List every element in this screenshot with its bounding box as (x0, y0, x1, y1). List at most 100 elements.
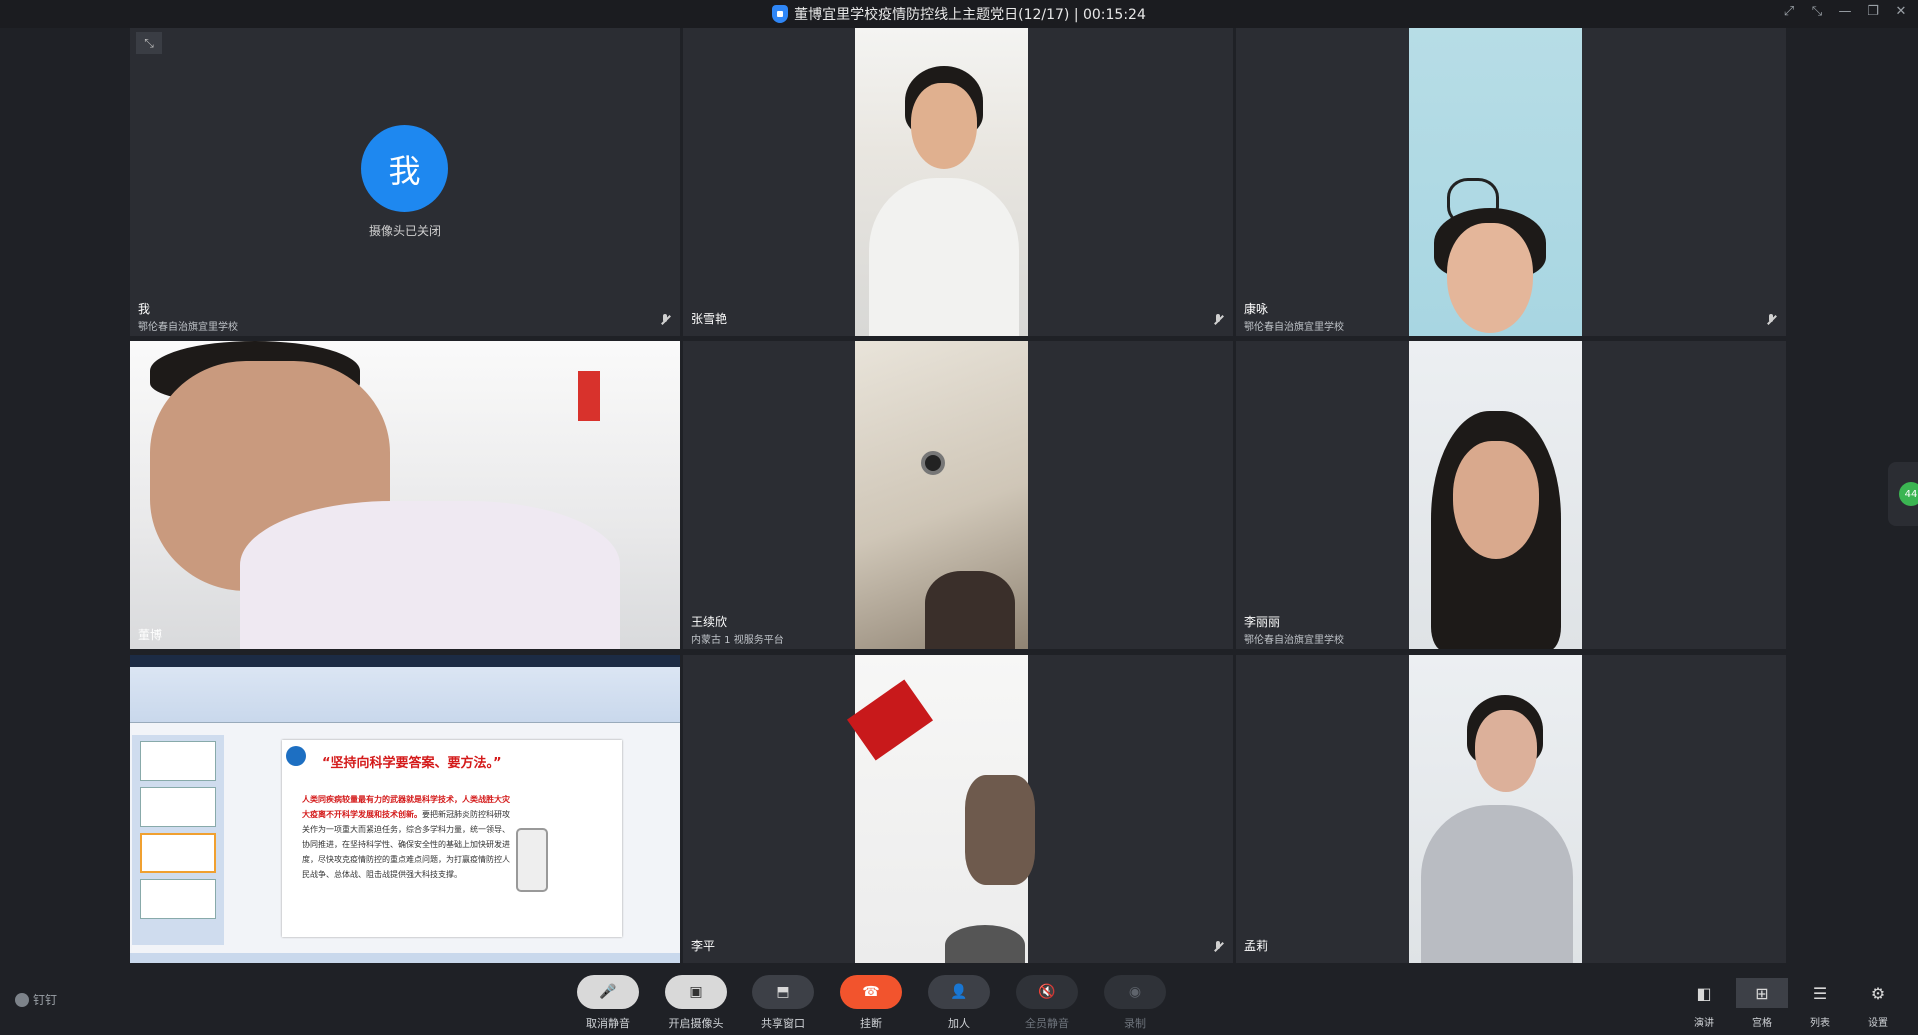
participant-tile-kangyong[interactable]: 康咏 鄂伦春自治旗宜里学校 (1236, 28, 1786, 336)
phone-graphic (516, 828, 548, 892)
participant-name: 康咏 (1244, 302, 1269, 316)
participant-grid: ⤡ 我 摄像头已关闭 我 鄂伦春自治旗宜里学校 张雪艳 康咏 鄂伦春自治旗宜里学 (130, 28, 1786, 963)
camera-off-text: 摄像头已关闭 (368, 224, 441, 238)
participant-name: 张雪艳 (691, 312, 728, 326)
person-hair-partial (945, 925, 1025, 963)
popout-icon[interactable]: ⤢ (1782, 4, 1796, 19)
title-wrap: 董博宜里学校疫情防控线上主题党日(12/17) | 00:15:24 (772, 4, 1146, 24)
mic-muted-icon (660, 314, 670, 326)
participant-name: 李丽丽 (1244, 615, 1281, 629)
participant-name: 王续欣 (691, 615, 728, 629)
participant-tile-wangxuxin[interactable]: 王续欣 内蒙古 1 视服务平台 (683, 341, 1233, 649)
person-face (911, 83, 977, 169)
person-body (869, 178, 1019, 336)
brand-name: 钉钉 (33, 993, 58, 1007)
background-object (965, 775, 1035, 885)
ppt-slide-panel (132, 735, 224, 945)
camera-icon: ▣ (665, 975, 727, 1009)
slide-body-text: 要把新冠肺炎防控科研攻关作为一项重大而紧迫任务，综合多学科力量，统一领导、协同推… (302, 810, 510, 879)
maximize-icon[interactable]: ❐ (1866, 4, 1880, 19)
hang-up-label: 挂断 (860, 1017, 882, 1030)
settings-label: 设置 (1868, 1018, 1888, 1029)
mic-muted-icon (1213, 314, 1223, 326)
side-panel-badge: 44 (1899, 482, 1918, 506)
secure-lock-icon (772, 5, 789, 23)
foreground-object (925, 571, 1015, 649)
expand-icon[interactable]: ⤡ (136, 32, 162, 54)
participant-tile-mengli[interactable]: 孟莉 (1236, 655, 1786, 963)
unmute-label: 取消静音 (586, 1017, 630, 1030)
person-face (1447, 223, 1533, 333)
slide-thumbnail (140, 787, 216, 827)
participant-org: 鄂伦春自治旗宜里学校 (1244, 635, 1344, 646)
participant-tile-lilili[interactable]: 李丽丽 鄂伦春自治旗宜里学校 (1236, 341, 1786, 649)
participant-name: 我 (138, 302, 151, 316)
camera-on-button[interactable]: ▣ 开启摄像头 (661, 975, 731, 1031)
video-feed (846, 655, 1035, 963)
participant-tile-me[interactable]: ⤡ 我 摄像头已关闭 我 鄂伦春自治旗宜里学校 (130, 28, 680, 336)
minimize-icon[interactable]: — (1838, 4, 1852, 19)
record-button[interactable]: ◉ 录制 (1100, 975, 1170, 1031)
slide-thumbnail-active (140, 833, 216, 873)
slide-title: “坚持向科学要答案、要方法。” (322, 756, 502, 771)
microphone-icon: 🎤 (577, 975, 639, 1009)
window-controls: ⤢ ⤡ — ❐ ✕ (1782, 4, 1908, 19)
participant-tile-dongbo[interactable]: 董博 (130, 341, 680, 649)
list-view-button[interactable]: ☰ 列表 (1794, 978, 1846, 1030)
record-label: 录制 (1124, 1017, 1146, 1030)
mute-all-label: 全员静音 (1025, 1017, 1069, 1030)
participant-name: 董博 (138, 628, 163, 642)
settings-button[interactable]: ⚙ 设置 (1852, 978, 1904, 1030)
person-face (1453, 441, 1539, 559)
video-feed (855, 341, 1028, 649)
hang-up-button[interactable]: ☎ 挂断 (836, 975, 906, 1031)
participant-org: 内蒙古 1 视服务平台 (691, 635, 784, 646)
slide-thumbnail (140, 741, 216, 781)
video-feed (1409, 341, 1582, 649)
slide-logo-icon (286, 746, 306, 766)
close-icon[interactable]: ✕ (1894, 4, 1908, 19)
mic-muted-icon (1213, 941, 1223, 953)
camera-on-label: 开启摄像头 (668, 1017, 724, 1030)
grid-view-button[interactable]: ⊞ 宫格 (1736, 978, 1788, 1029)
meeting-title: 董博宜里学校疫情防控线上主题党日(12/17) | 00:15:24 (794, 7, 1146, 23)
mute-all-button[interactable]: 🔇 全员静音 (1012, 975, 1082, 1031)
share-window-label: 共享窗口 (761, 1017, 805, 1030)
add-user-icon: 👤 (928, 975, 990, 1009)
speaker-view-label: 演讲 (1694, 1018, 1714, 1029)
wall-decoration (578, 371, 600, 421)
speaker-layout-icon: ◧ (1696, 983, 1712, 1003)
record-icon: ◉ (1104, 975, 1166, 1009)
title-bar: 董博宜里学校疫情防控线上主题党日(12/17) | 00:15:24 ⤢ ⤡ —… (0, 0, 1918, 28)
participant-org: 鄂伦春自治旗宜里学校 (1244, 322, 1344, 333)
person-body (240, 501, 620, 649)
side-panel-handle[interactable]: 44 (1888, 462, 1918, 526)
slide-thumbnail (140, 879, 216, 919)
person-face (1475, 710, 1537, 792)
video-feed (1409, 655, 1582, 963)
video-feed (855, 28, 1028, 336)
ceiling-fixture (921, 451, 945, 475)
participant-name: 李平 (691, 939, 716, 953)
add-person-button[interactable]: 👤 加人 (924, 975, 994, 1031)
speaker-view-button[interactable]: ◧ 演讲 (1678, 978, 1730, 1030)
person-body (1421, 805, 1573, 963)
phone-hangup-icon: ☎ (840, 975, 902, 1009)
dingtalk-logo-icon (15, 992, 29, 1007)
gear-icon: ⚙ (1870, 983, 1886, 1003)
mute-all-icon: 🔇 (1016, 975, 1078, 1009)
participant-tile-zhangxueyan[interactable]: 张雪艳 (683, 28, 1233, 336)
ppt-slide: “坚持向科学要答案、要方法。” 人类同疾病较量最有力的武器就是科学技术，人类战胜… (282, 740, 622, 937)
list-layout-icon: ☰ (1812, 983, 1828, 1003)
avatar: 我 (361, 125, 448, 212)
share-screen-icon: ⬒ (752, 975, 814, 1009)
screen-share-tile[interactable]: “坚持向科学要答案、要方法。” 人类同疾病较量最有力的武器就是科学技术，人类战胜… (130, 655, 680, 963)
fullscreen-icon[interactable]: ⤡ (1810, 4, 1824, 19)
video-feed (130, 341, 680, 649)
meeting-toolbar: 钉钉 🎤 取消静音 ▣ 开启摄像头 ⬒ 共享窗口 ☎ 挂断 👤 加人 🔇 全员静… (0, 963, 1918, 1035)
participant-name: 孟莉 (1244, 939, 1269, 953)
participant-tile-liping[interactable]: 李平 (683, 655, 1233, 963)
meeting-window: 董博宜里学校疫情防控线上主题党日(12/17) | 00:15:24 ⤢ ⤡ —… (0, 0, 1918, 1035)
unmute-button[interactable]: 🎤 取消静音 (573, 975, 643, 1031)
share-window-button[interactable]: ⬒ 共享窗口 (748, 975, 818, 1031)
